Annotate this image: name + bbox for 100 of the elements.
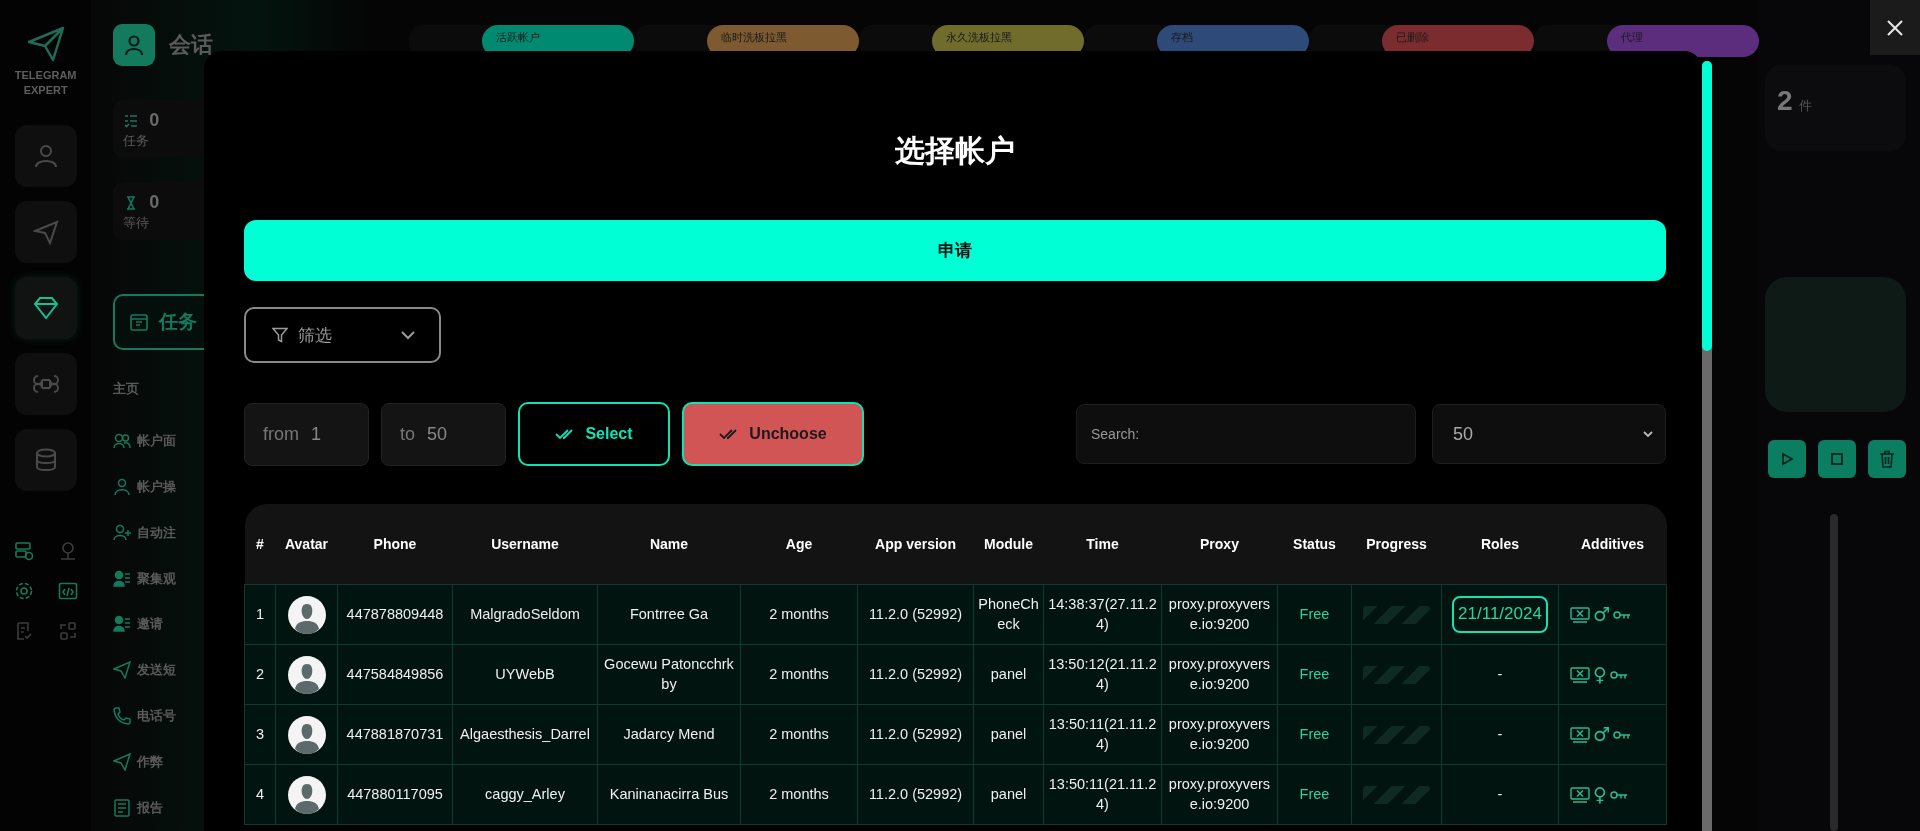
avatar-silhouette-icon [287, 715, 326, 754]
stat-value: 0 [149, 192, 160, 213]
table-cell: 13:50:11(21.11.24) [1043, 704, 1162, 765]
scrollbar[interactable] [1702, 61, 1712, 831]
column-header: Proxy [1161, 504, 1278, 585]
code-window-icon[interactable] [57, 580, 78, 601]
table-cell: Jadarcy Mend [597, 704, 741, 765]
table-cell: Gocewu Patoncchrkby [597, 644, 741, 705]
stat-label: 等待 [123, 215, 150, 230]
search-field[interactable]: Search: [1076, 404, 1416, 464]
table-cell: 1 [244, 584, 276, 645]
status-cell: Free [1277, 644, 1352, 705]
status-cell: Free [1277, 584, 1352, 645]
close-button[interactable] [1870, 0, 1920, 55]
stat-value: 0 [149, 110, 160, 131]
nav-item[interactable]: 报告 [113, 785, 214, 831]
table-cell: 2 months [740, 584, 858, 645]
table-cell: 447878809448 [337, 584, 453, 645]
monitor-x-icon [1570, 786, 1590, 803]
key-icon [1613, 609, 1632, 620]
double-check-icon [719, 428, 740, 440]
status-tag[interactable]: 代理 [1607, 25, 1759, 57]
chevron-down-icon [401, 330, 415, 340]
column-header: Name [597, 504, 741, 585]
column-header: App version [857, 504, 974, 585]
server-check-icon[interactable] [13, 540, 34, 561]
diamond-icon [32, 294, 59, 321]
stop-button[interactable] [1818, 439, 1856, 478]
column-header: Roles [1441, 504, 1559, 585]
from-field[interactable]: from 1 [244, 402, 369, 466]
date-badge: 21/11/2024 [1452, 596, 1548, 633]
table-cell: 11.2.0 (52992) [857, 704, 974, 765]
count-value: 2 [1777, 85, 1793, 117]
nav-item[interactable]: 自动注 [113, 509, 214, 556]
role-text: - [1497, 725, 1503, 742]
table-cell: Fontrree Ga [597, 584, 741, 645]
trash-icon [1879, 449, 1895, 468]
column-header: Module [973, 504, 1044, 585]
nav-item[interactable]: 邀请 [113, 601, 214, 648]
avatar-silhouette-icon [287, 655, 326, 694]
filter-dropdown[interactable]: 筛选 [244, 307, 441, 363]
phone-icon [113, 707, 132, 726]
play-button[interactable] [1768, 439, 1806, 478]
avatar-silhouette-icon [287, 775, 326, 814]
table-cell: PhoneCheck [973, 584, 1044, 645]
modal-title: 选择帐户 [894, 133, 1016, 169]
apply-button[interactable]: 申请 [244, 220, 1666, 281]
column-header: # [244, 504, 276, 585]
nav-item[interactable]: 聚集观 [113, 555, 214, 602]
table-cell: proxy.proxyverse.io:9200 [1161, 644, 1278, 705]
table-cell: 2 months [740, 704, 858, 765]
table-cell: MalgradoSeldom [452, 584, 598, 645]
key-icon [1613, 729, 1632, 740]
column-header: Age [740, 504, 858, 585]
column-header: Avatar [275, 504, 338, 585]
unchoose-button[interactable]: Unchoose [682, 402, 864, 466]
close-icon [1886, 18, 1904, 37]
to-field[interactable]: to 50 [381, 402, 506, 466]
nav-item[interactable]: 发送短 [113, 647, 214, 694]
table-cell: Kaninanacirra Bus [597, 764, 741, 825]
avatar-silhouette-icon [287, 595, 326, 634]
role-text: - [1497, 785, 1503, 802]
table-cell: 4 [244, 764, 276, 825]
table-cell: proxy.proxyverse.io:9200 [1161, 584, 1278, 645]
key-icon [1609, 789, 1628, 800]
column-header: Username [452, 504, 598, 585]
nav-item[interactable]: 电话号 [113, 693, 214, 740]
play-icon [1780, 451, 1794, 466]
delete-button[interactable] [1868, 439, 1906, 478]
table-cell: caggy_Arley [452, 764, 598, 825]
status-cell: Free [1277, 764, 1352, 825]
nav-item[interactable]: 帐户面 [113, 417, 214, 464]
table-cell: 11.2.0 (52992) [857, 644, 974, 705]
chevron-down-icon [1643, 430, 1653, 438]
key-icon [1609, 669, 1628, 680]
table-cell: 2 [244, 644, 276, 705]
gender-symbol: ♀ [1593, 665, 1607, 684]
user-icon [113, 477, 132, 496]
select-button[interactable]: Select [518, 402, 670, 466]
rail-button[interactable] [14, 276, 77, 339]
table-cell: 447880117095 [337, 764, 453, 825]
nav-item[interactable]: 作弊 [113, 739, 214, 786]
table-cell: 3 [244, 704, 276, 765]
checklist-icon [123, 112, 140, 129]
column-header: Additives [1558, 504, 1667, 585]
column-header: Progress [1351, 504, 1442, 585]
gender-symbol: ♂ [1593, 605, 1611, 624]
table-cell: panel [973, 644, 1044, 705]
page-size-dropdown[interactable]: 50 [1432, 404, 1666, 464]
user-plus-icon [113, 523, 132, 542]
status-cell: Free [1277, 704, 1352, 765]
role-text: - [1497, 665, 1503, 682]
page-title: 会话 [169, 31, 214, 59]
table-cell: proxy.proxyverse.io:9200 [1161, 704, 1278, 765]
nav-item[interactable]: 帐户操 [113, 463, 214, 510]
stop-icon [1830, 451, 1844, 466]
monitor-x-icon [1570, 726, 1590, 743]
table-cell: UYWebB [452, 644, 598, 705]
table-cell: panel [973, 704, 1044, 765]
person-icon [32, 142, 59, 169]
